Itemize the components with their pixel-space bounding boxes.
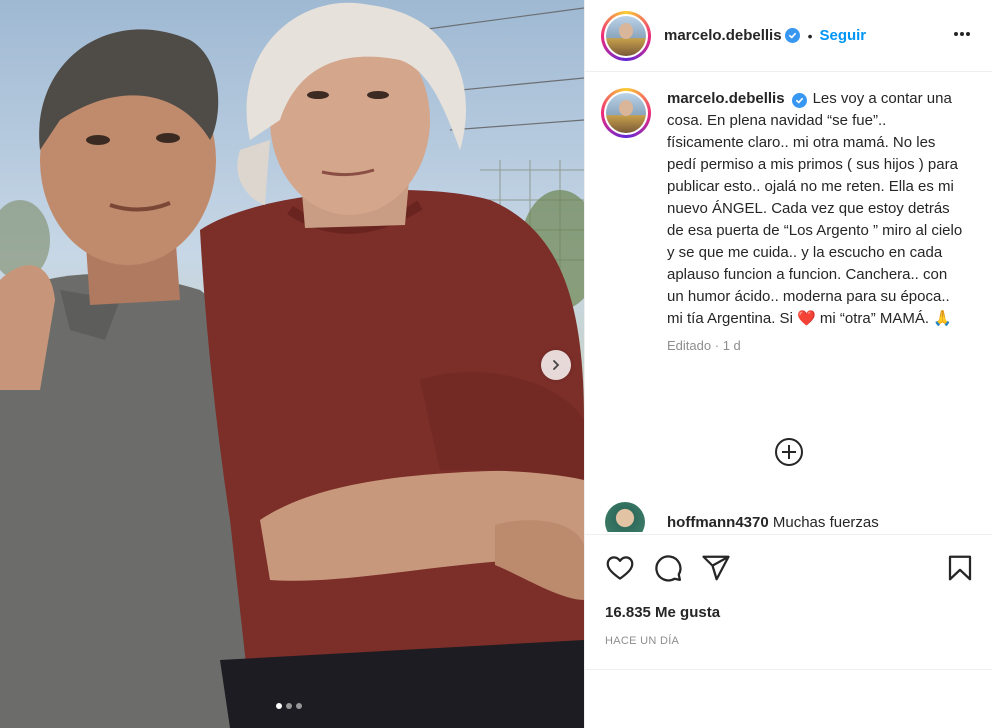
post-header: marcelo.debellis • Seguir xyxy=(585,0,992,72)
header-separator: • xyxy=(807,27,813,44)
comment-username[interactable]: hoffmann4370 xyxy=(667,514,769,531)
carousel-dot xyxy=(296,703,302,709)
comment-icon[interactable] xyxy=(653,553,683,588)
post-photo xyxy=(0,0,584,728)
heart-icon[interactable] xyxy=(605,553,635,588)
likes-count[interactable]: 16.835 Me gusta xyxy=(605,604,720,621)
bookmark-icon[interactable] xyxy=(945,553,975,588)
carousel-dot xyxy=(276,703,282,709)
more-options-icon[interactable] xyxy=(952,24,972,49)
plus-circle-icon xyxy=(775,438,803,466)
comment-text: Muchas fuerzas xyxy=(772,513,879,531)
post-image[interactable] xyxy=(0,0,584,728)
avatar[interactable] xyxy=(601,10,651,61)
verified-badge-icon xyxy=(791,93,807,108)
next-image-button[interactable] xyxy=(541,350,571,380)
load-more-comments-button[interactable] xyxy=(773,436,805,468)
avatar-image xyxy=(606,93,646,133)
comment-body: hoffmann4370 Muchas fuerzas xyxy=(667,514,879,531)
caption: marcelo.debellis Les voy a contar una cos… xyxy=(585,72,992,330)
caption-text: Les voy a contar una cosa. En plena navi… xyxy=(667,90,963,327)
edited-time[interactable]: 1 d xyxy=(723,338,741,353)
caption-meta: Editado · 1 d xyxy=(667,338,992,353)
comment-avatar[interactable] xyxy=(605,502,645,532)
avatar-image xyxy=(606,15,646,56)
post-sidebar: marcelo.debellis • Seguir marcelo.debell… xyxy=(584,0,992,728)
meta-separator: · xyxy=(714,338,720,353)
follow-button[interactable]: Seguir xyxy=(819,27,866,44)
edited-label: Editado xyxy=(667,338,712,353)
chevron-right-icon xyxy=(553,360,560,370)
comment-item: hoffmann4370 Muchas fuerzas xyxy=(605,502,879,532)
post-username[interactable]: marcelo.debellis xyxy=(664,27,782,44)
caption-avatar[interactable] xyxy=(601,88,651,138)
carousel-indicator xyxy=(276,703,302,709)
carousel-dot xyxy=(286,703,292,709)
caption-body: marcelo.debellis Les voy a contar una cos… xyxy=(667,88,967,330)
share-icon[interactable] xyxy=(701,553,731,588)
comments-section: marcelo.debellis Les voy a contar una cos… xyxy=(585,72,992,532)
post-timestamp[interactable]: HACE UN DÍA xyxy=(605,635,679,647)
post-actions: 16.835 Me gusta HACE UN DÍA xyxy=(585,534,992,670)
verified-badge-icon xyxy=(784,28,800,43)
caption-username[interactable]: marcelo.debellis xyxy=(667,90,785,107)
